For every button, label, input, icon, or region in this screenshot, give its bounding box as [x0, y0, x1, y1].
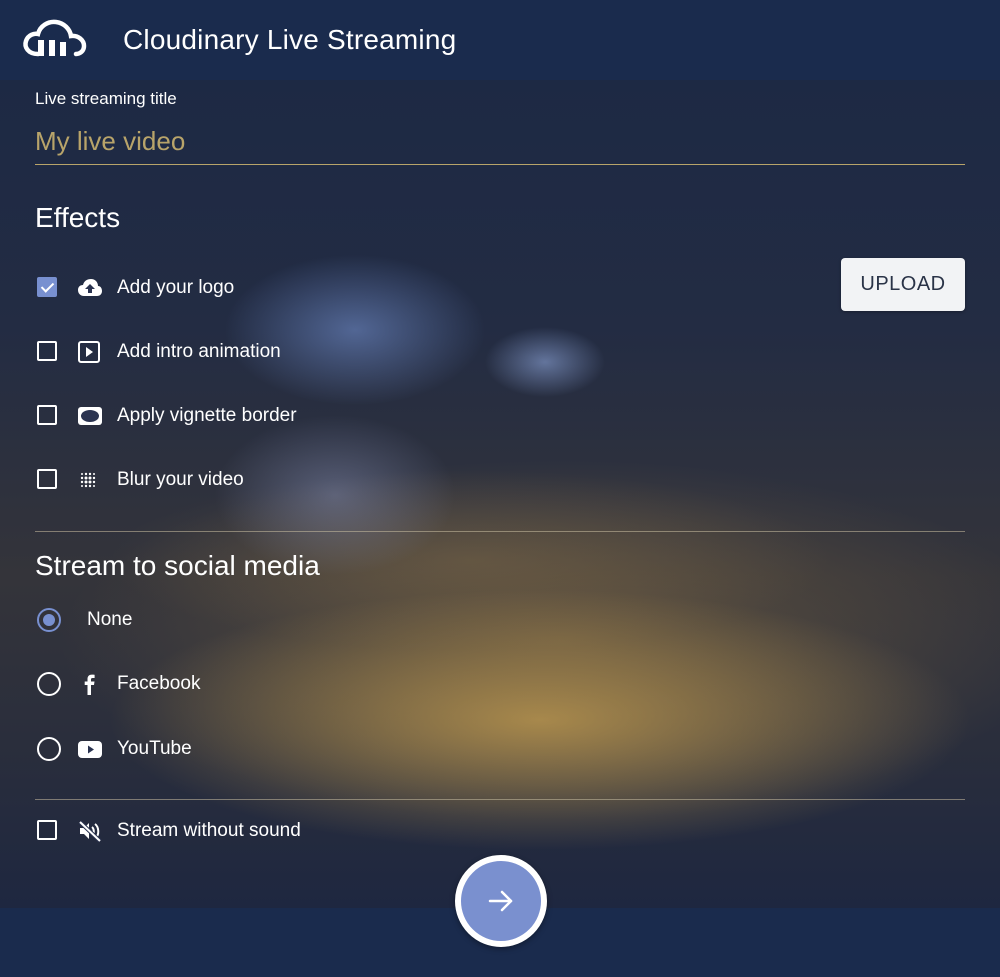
social-label: None: [87, 609, 133, 630]
social-label: YouTube: [117, 738, 192, 759]
play-box-icon: [78, 341, 100, 363]
add-logo-checkbox[interactable]: [37, 277, 57, 297]
social-row-none[interactable]: None: [35, 605, 435, 635]
mute-row[interactable]: Stream without sound: [35, 816, 435, 846]
volume-off-icon: [78, 820, 102, 843]
effect-row-intro-animation[interactable]: Add intro animation: [35, 337, 435, 367]
app-header: Cloudinary Live Streaming: [0, 0, 1000, 80]
intro-animation-checkbox[interactable]: [37, 341, 57, 361]
effect-row-vignette-border[interactable]: Apply vignette border: [35, 401, 435, 431]
blur-icon: [80, 472, 96, 488]
effect-label: Blur your video: [117, 469, 244, 490]
effect-row-add-logo[interactable]: Add your logo: [35, 273, 435, 303]
effect-row-blur-video[interactable]: Blur your video: [35, 465, 435, 495]
facebook-icon: [84, 674, 95, 695]
social-none-radio[interactable]: [37, 608, 61, 632]
app-title: Cloudinary Live Streaming: [123, 24, 457, 55]
youtube-icon: [78, 741, 102, 758]
social-row-youtube[interactable]: YouTube: [35, 734, 435, 764]
section-divider: [35, 799, 965, 800]
effects-heading: Effects: [35, 202, 121, 233]
social-label: Facebook: [117, 673, 201, 694]
live-stream-title-input[interactable]: [35, 118, 965, 165]
social-youtube-radio[interactable]: [37, 737, 61, 761]
section-divider: [35, 531, 965, 532]
social-media-heading: Stream to social media: [35, 550, 320, 581]
vignette-icon: [78, 407, 102, 425]
cloudinary-logo-icon: [23, 19, 87, 57]
blur-video-checkbox[interactable]: [37, 469, 57, 489]
social-row-facebook[interactable]: Facebook: [35, 669, 435, 699]
arrow-right-icon: [488, 890, 513, 912]
vignette-border-checkbox[interactable]: [37, 405, 57, 425]
mute-label: Stream without sound: [117, 820, 301, 841]
social-facebook-radio[interactable]: [37, 672, 61, 696]
upload-logo-button[interactable]: UPLOAD: [841, 258, 965, 311]
cloud-upload-icon: [78, 279, 102, 296]
effect-label: Apply vignette border: [117, 405, 297, 426]
next-step-button[interactable]: [455, 855, 547, 947]
effect-label: Add your logo: [117, 277, 235, 298]
title-field-label: Live streaming title: [35, 89, 177, 108]
effect-label: Add intro animation: [117, 341, 281, 362]
stream-without-sound-checkbox[interactable]: [37, 820, 57, 840]
